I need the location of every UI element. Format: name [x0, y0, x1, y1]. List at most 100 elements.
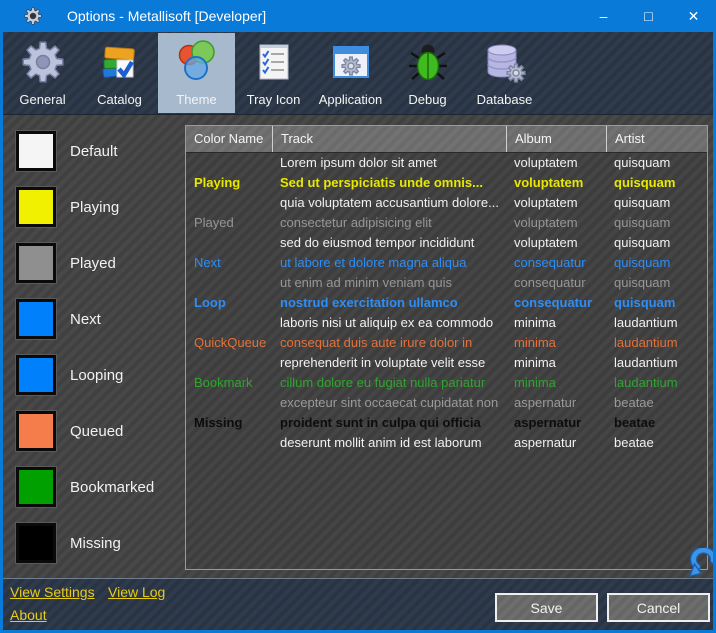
- table-row[interactable]: sed do eiusmod tempor incididuntvoluptat…: [186, 233, 707, 253]
- cell-track: ut enim ad minim veniam quis: [272, 273, 506, 293]
- about-link[interactable]: About: [10, 607, 47, 623]
- color-swatch[interactable]: [16, 467, 56, 507]
- swatch-item-played: Played: [16, 240, 185, 286]
- table-row[interactable]: Bookmarkcillum dolore eu fugiat nulla pa…: [186, 373, 707, 393]
- cell-artist: quisquam: [606, 273, 707, 293]
- color-swatch[interactable]: [16, 243, 56, 283]
- table-row[interactable]: Missingproident sunt in culpa qui offici…: [186, 413, 707, 433]
- cell-album: aspernatur: [506, 433, 606, 453]
- color-swatch[interactable]: [16, 523, 56, 563]
- cell-album: minima: [506, 333, 606, 353]
- color-swatch[interactable]: [16, 355, 56, 395]
- cell-artist: quisquam: [606, 253, 707, 273]
- swatch-label: Looping: [70, 367, 123, 384]
- cell-artist: beatae: [606, 413, 707, 433]
- column-header-album[interactable]: Album: [506, 126, 606, 152]
- view-log-link[interactable]: View Log: [108, 584, 165, 600]
- view-settings-link[interactable]: View Settings: [10, 584, 95, 600]
- swatch-label: Default: [70, 143, 118, 160]
- cell-name: [186, 193, 272, 213]
- cell-album: voluptatem: [506, 213, 606, 233]
- toolbar-label: General: [19, 92, 65, 107]
- cell-artist: quisquam: [606, 193, 707, 213]
- bug-icon: [404, 38, 452, 86]
- table-header: Color NameTrackAlbumArtist: [186, 126, 707, 153]
- cell-name: Next: [186, 253, 272, 273]
- table-row[interactable]: ut enim ad minim veniam quisconsequaturq…: [186, 273, 707, 293]
- toolbar-button-general[interactable]: General: [4, 33, 81, 113]
- cell-name: [186, 393, 272, 413]
- column-header-track[interactable]: Track: [272, 126, 506, 152]
- cell-track: deserunt mollit anim id est laborum: [272, 433, 506, 453]
- toolbar-button-tray-icon[interactable]: Tray Icon: [235, 33, 312, 113]
- color-swatch[interactable]: [16, 187, 56, 227]
- minimize-button[interactable]: –: [581, 0, 626, 32]
- swatch-item-next: Next: [16, 296, 185, 342]
- color-swatch[interactable]: [16, 411, 56, 451]
- undo-arrow-icon[interactable]: [687, 548, 716, 580]
- cell-track: proident sunt in culpa qui officia: [272, 413, 506, 433]
- table-row[interactable]: reprehenderit in voluptate velit essemin…: [186, 353, 707, 373]
- cell-album: voluptatem: [506, 153, 606, 173]
- table-row[interactable]: laboris nisi ut aliquip ex ea commodomin…: [186, 313, 707, 333]
- cell-artist: quisquam: [606, 153, 707, 173]
- swatch-label: Missing: [70, 535, 121, 552]
- toolbar-button-debug[interactable]: Debug: [389, 33, 466, 113]
- cell-album: aspernatur: [506, 393, 606, 413]
- table-row[interactable]: PlayingSed ut perspiciatis unde omnis...…: [186, 173, 707, 193]
- toolbar-button-theme[interactable]: Theme: [158, 33, 235, 113]
- cell-name: Playing: [186, 173, 272, 193]
- swatch-item-bookmarked: Bookmarked: [16, 464, 185, 510]
- table-row[interactable]: excepteur sint occaecat cupidatat nonasp…: [186, 393, 707, 413]
- close-button[interactable]: ✕: [671, 0, 716, 32]
- toolbar-button-database[interactable]: Database: [466, 33, 543, 113]
- books-icon: [96, 38, 144, 86]
- cell-track: excepteur sint occaecat cupidatat non: [272, 393, 506, 413]
- swatch-label: Played: [70, 255, 116, 272]
- cell-artist: beatae: [606, 393, 707, 413]
- table-row[interactable]: Loopnostrud exercitation ullamcoconsequa…: [186, 293, 707, 313]
- checklist-icon: [250, 38, 298, 86]
- cell-track: nostrud exercitation ullamco: [272, 293, 506, 313]
- theme-panel: Default Playing Played Next Looping Queued Boo…: [3, 115, 713, 578]
- cell-track: quia voluptatem accusantium dolore...: [272, 193, 506, 213]
- color-swatch-panel: Default Playing Played Next Looping Queued Boo…: [3, 128, 185, 576]
- options-toolbar: General Catalog Theme Tray Icon Applicat…: [3, 32, 713, 115]
- table-row[interactable]: quia voluptatem accusantium dolore...vol…: [186, 193, 707, 213]
- cell-name: [186, 313, 272, 333]
- column-header-color-name[interactable]: Color Name: [186, 126, 272, 152]
- cell-track: consectetur adipisicing elit: [272, 213, 506, 233]
- toolbar-label: Tray Icon: [247, 92, 301, 107]
- cancel-button[interactable]: Cancel: [607, 593, 710, 622]
- toolbar-button-catalog[interactable]: Catalog: [81, 33, 158, 113]
- swatch-label: Queued: [70, 423, 123, 440]
- table-row[interactable]: QuickQueueconsequat duis aute irure dolo…: [186, 333, 707, 353]
- table-row[interactable]: deserunt mollit anim id est laborumasper…: [186, 433, 707, 453]
- cell-track: Sed ut perspiciatis unde omnis...: [272, 173, 506, 193]
- color-circles-icon: [173, 38, 221, 86]
- cell-artist: laudantium: [606, 313, 707, 333]
- save-button[interactable]: Save: [495, 593, 598, 622]
- cell-name: Missing: [186, 413, 272, 433]
- cell-track: consequat duis aute irure dolor in: [272, 333, 506, 353]
- cell-album: consequatur: [506, 253, 606, 273]
- table-row[interactable]: Playedconsectetur adipisicing elitvolupt…: [186, 213, 707, 233]
- color-swatch[interactable]: [16, 299, 56, 339]
- swatch-label: Playing: [70, 199, 119, 216]
- maximize-button[interactable]: □: [626, 0, 671, 32]
- swatch-item-playing: Playing: [16, 184, 185, 230]
- cell-track: Lorem ipsum dolor sit amet: [272, 153, 506, 173]
- cell-track: cillum dolore eu fugiat nulla pariatur: [272, 373, 506, 393]
- swatch-label: Next: [70, 311, 101, 328]
- table-row[interactable]: Nextut labore et dolore magna aliquacons…: [186, 253, 707, 273]
- color-swatch[interactable]: [16, 131, 56, 171]
- toolbar-button-application[interactable]: Application: [312, 33, 389, 113]
- cell-name: [186, 353, 272, 373]
- toolbar-label: Debug: [408, 92, 446, 107]
- cell-track: ut labore et dolore magna aliqua: [272, 253, 506, 273]
- cell-album: voluptatem: [506, 193, 606, 213]
- cell-artist: quisquam: [606, 233, 707, 253]
- table-row[interactable]: Lorem ipsum dolor sit ametvoluptatemquis…: [186, 153, 707, 173]
- column-header-artist[interactable]: Artist: [606, 126, 707, 152]
- cell-artist: beatae: [606, 433, 707, 453]
